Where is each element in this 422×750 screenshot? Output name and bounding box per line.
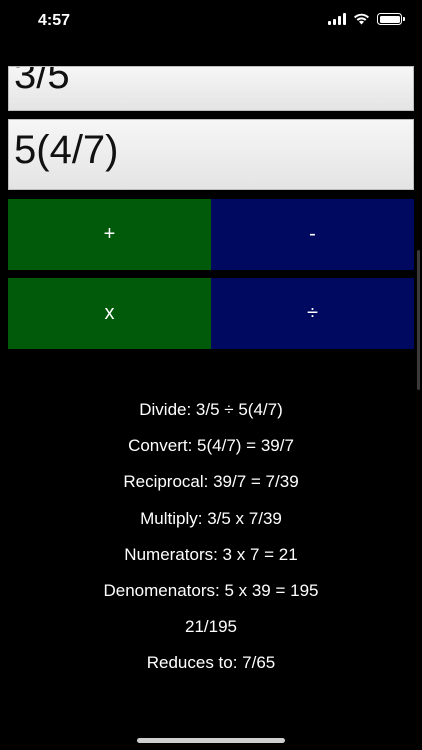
solution-steps: Divide: 3/5 ÷ 5(4/7) Convert: 5(4/7) = 3… [0,398,422,688]
add-button[interactable]: + [8,199,211,270]
home-indicator[interactable] [137,738,285,743]
step-multiply: Multiply: 3/5 x 7/39 [140,508,282,528]
step-numerators: Numerators: 3 x 7 = 21 [124,544,298,564]
status-time: 4:57 [38,12,71,29]
scroll-indicator[interactable] [417,250,420,390]
step-denominators: Denomenators: 5 x 39 = 195 [103,580,319,600]
second-fraction-field[interactable]: 5(4/7) [8,119,414,190]
status-icons [328,13,405,25]
first-fraction-value: 3/5 [14,66,70,97]
subtract-button[interactable]: - [211,199,414,270]
step-divide: Divide: 3/5 ÷ 5(4/7) [139,400,283,419]
status-bar: 4:57 [0,0,422,44]
first-fraction-field[interactable]: 3/5 [8,66,414,111]
battery-icon [377,13,405,25]
step-reduced: Reduces to: 7/65 [146,653,276,673]
signal-icon [328,13,346,25]
divide-button[interactable]: ÷ [211,278,414,349]
multiply-button[interactable]: x [8,278,211,349]
second-fraction-value: 5(4/7) [14,128,119,172]
wifi-icon [354,13,369,25]
step-convert: Convert: 5(4/7) = 39/7 [128,436,294,456]
step-result: 21/195 [185,617,237,637]
step-reciprocal: Reciprocal: 39/7 = 7/39 [123,472,299,492]
